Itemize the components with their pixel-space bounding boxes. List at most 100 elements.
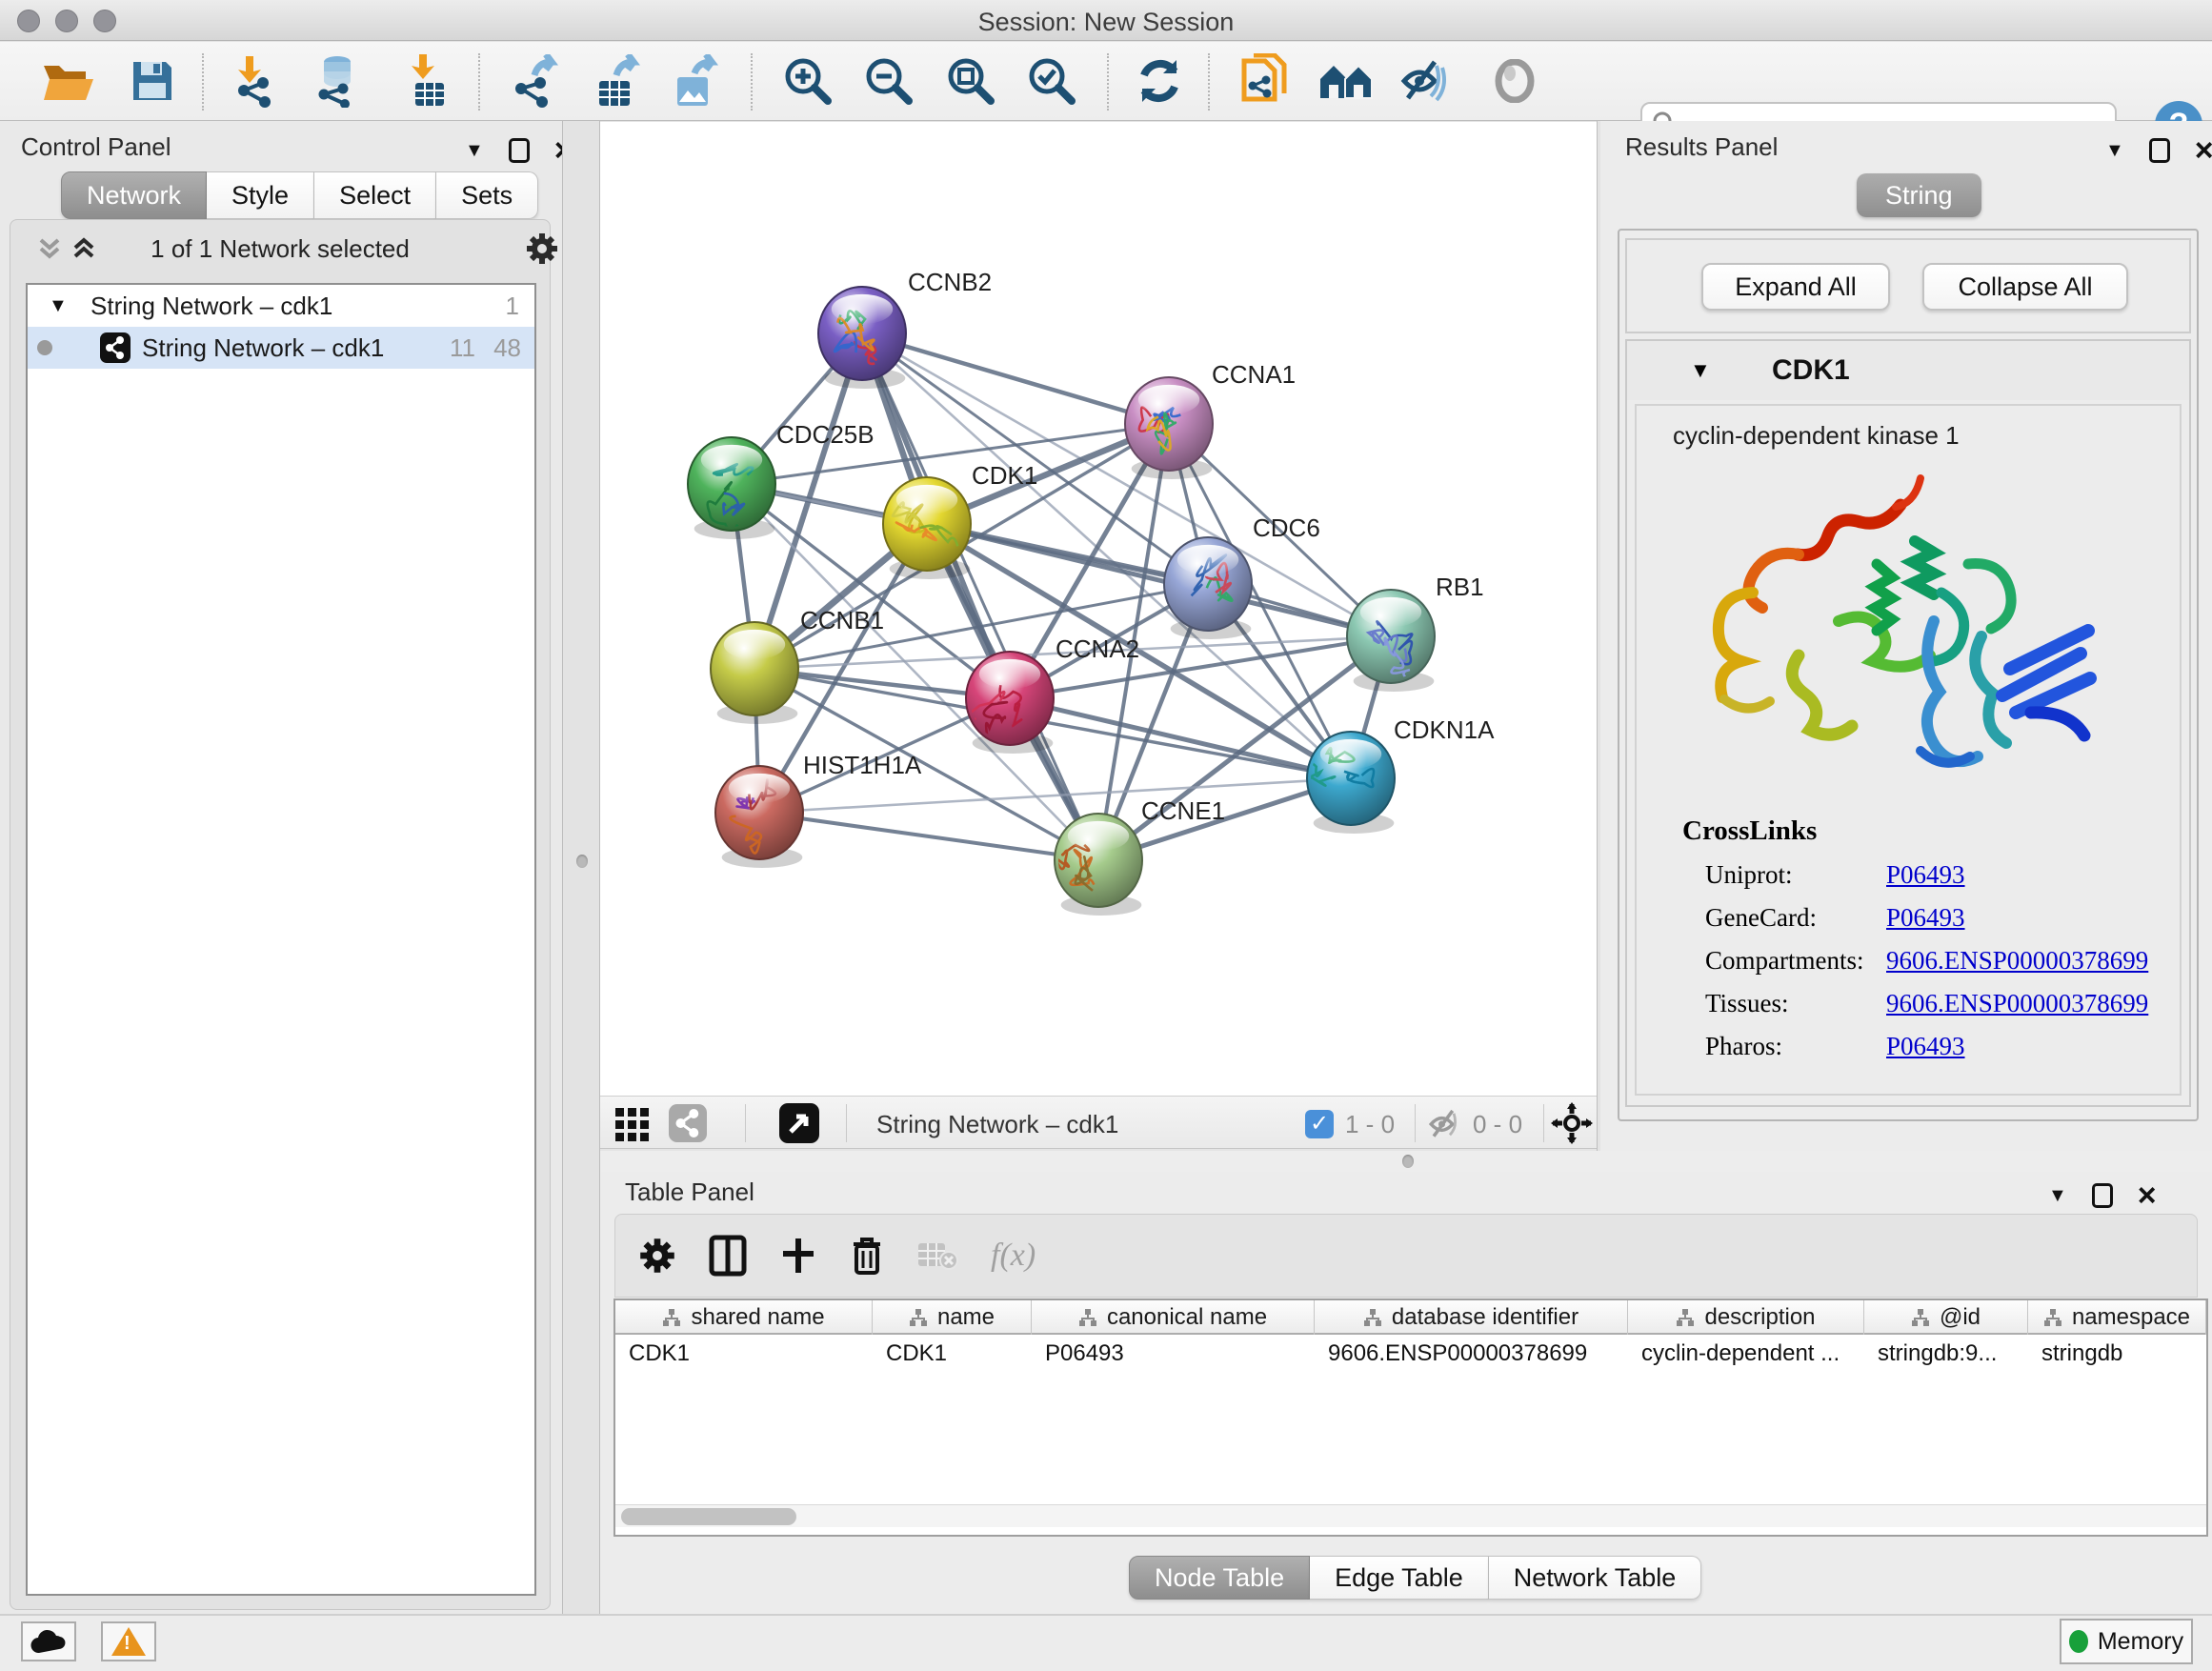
show-columns-icon[interactable]	[709, 1235, 747, 1277]
network-canvas[interactable]: CCNB2CCNA1CDC25BCDK1CDC6RB1CCNB1CCNA2CDK…	[600, 122, 1597, 1096]
tab-network[interactable]: Network	[61, 171, 207, 219]
fit-selection-crosshair-icon[interactable]	[1551, 1102, 1593, 1144]
tab-string[interactable]: String	[1857, 173, 1981, 217]
share-view-icon[interactable]	[669, 1104, 707, 1142]
export-image-button[interactable]	[660, 47, 729, 115]
collection-expand-icon[interactable]: ▼	[49, 295, 68, 317]
splitter-grip[interactable]	[576, 855, 588, 868]
column-header-database-identifier[interactable]: database identifier	[1315, 1300, 1628, 1335]
network-edge-CCNB2-CCNA1[interactable]	[862, 333, 1169, 424]
crosslink-link[interactable]: 9606.ENSP00000378699	[1886, 989, 2148, 1018]
tab-style[interactable]: Style	[207, 171, 314, 219]
gear-icon[interactable]	[525, 232, 559, 266]
protein-card-header[interactable]: ▼ CDK1	[1627, 341, 2189, 400]
column-header-shared-name[interactable]: shared name	[615, 1300, 873, 1335]
collapse-section-icon[interactable]: ▼	[1690, 358, 1711, 383]
save-session-button[interactable]	[118, 47, 187, 115]
table-cell[interactable]: 9606.ENSP00000378699	[1315, 1337, 1628, 1371]
splitter-grip[interactable]	[1402, 1155, 1414, 1168]
panel-menu-icon[interactable]: ▼	[2048, 1185, 2067, 1207]
splitter-horizontal[interactable]	[600, 1151, 2212, 1172]
grid-view-icon[interactable]	[613, 1104, 652, 1142]
export-network-button[interactable]	[500, 47, 569, 115]
open-session-button[interactable]	[34, 47, 103, 115]
splitter-left[interactable]	[562, 121, 600, 1614]
panel-float-icon[interactable]	[509, 138, 530, 163]
column-header-canonical-name[interactable]: canonical name	[1032, 1300, 1315, 1335]
add-column-icon[interactable]	[779, 1237, 817, 1275]
tab-sets[interactable]: Sets	[436, 171, 538, 219]
column-header-label: @id	[1940, 1304, 1981, 1331]
network-node-CDKN1A[interactable]: CDKN1A	[1304, 715, 1495, 834]
refresh-button[interactable]	[1125, 47, 1194, 115]
zoom-fit-button[interactable]	[936, 47, 1005, 115]
network-node-CCNB1[interactable]: CCNB1	[711, 606, 884, 724]
results-buttons-box: Expand All Collapse All	[1625, 238, 2191, 333]
crosslink-link[interactable]: 9606.ENSP00000378699	[1886, 946, 2148, 976]
network-edge-CCNB2-CCNE1[interactable]	[862, 333, 1098, 860]
panel-menu-icon[interactable]: ▼	[2105, 140, 2124, 162]
network-node-CCNB2[interactable]: CCNB2	[818, 268, 992, 389]
selected-checkbox[interactable]: ✓	[1305, 1110, 1334, 1138]
crosslink-row: Uniprot:P06493	[1682, 860, 2148, 890]
delete-column-trash-icon[interactable]	[850, 1235, 884, 1277]
column-header-description[interactable]: description	[1628, 1300, 1864, 1335]
node-label: CCNB1	[800, 606, 884, 634]
show-all-button[interactable]	[1480, 47, 1549, 115]
network-node-CCNA1[interactable]: CCNA1	[1125, 360, 1296, 479]
zoom-in-button[interactable]	[774, 47, 842, 115]
toolbar-separator	[1415, 1104, 1416, 1142]
network-edge-CDK1-RB1[interactable]	[927, 524, 1391, 636]
import-network-file-button[interactable]	[221, 47, 290, 115]
crosslink-link[interactable]: P06493	[1886, 903, 1965, 933]
table-row[interactable]: CDK1CDK1P064939606.ENSP00000378699cyclin…	[615, 1337, 2206, 1371]
protein-description: cyclin-dependent kinase 1	[1673, 421, 1960, 451]
birdseye-popout-icon[interactable]	[779, 1103, 819, 1143]
panel-close-icon[interactable]: ×	[2138, 1186, 2157, 1205]
column-header-name[interactable]: name	[873, 1300, 1032, 1335]
network-node-CDC6[interactable]: CDC6	[1164, 513, 1320, 639]
home-button[interactable]	[1312, 47, 1380, 115]
panel-float-icon[interactable]	[2149, 138, 2170, 163]
column-header-namespace[interactable]: namespace	[2028, 1300, 2206, 1335]
crosslink-link[interactable]: P06493	[1886, 860, 1965, 890]
table-cell[interactable]: cyclin-dependent ...	[1628, 1337, 1864, 1371]
duplicate-network-button[interactable]	[1230, 47, 1298, 115]
memory-button[interactable]: Memory	[2060, 1619, 2193, 1664]
import-network-icon	[231, 54, 280, 108]
network-collection-row[interactable]: ▼ String Network – cdk1 1	[28, 285, 534, 327]
tab-network-table[interactable]: Network Table	[1489, 1556, 1702, 1600]
table-cell[interactable]: stringdb	[2028, 1337, 2206, 1371]
zoom-out-button[interactable]	[855, 47, 923, 115]
table-cell[interactable]: stringdb:9...	[1864, 1337, 2028, 1371]
network-edge-HIST1H1A-CCNE1[interactable]	[759, 813, 1098, 860]
panel-float-icon[interactable]	[2092, 1183, 2113, 1208]
network-row[interactable]: String Network – cdk1 11 48	[28, 327, 534, 369]
scrollbar-thumb[interactable]	[621, 1508, 796, 1525]
panel-close-icon[interactable]: ×	[2195, 141, 2212, 160]
table-cell[interactable]: CDK1	[615, 1337, 873, 1371]
cloud-status-button[interactable]	[21, 1621, 76, 1661]
network-node-RB1[interactable]: RB1	[1347, 573, 1484, 692]
expand-all-button[interactable]: Expand All	[1701, 263, 1890, 311]
warnings-button[interactable]	[101, 1621, 156, 1661]
column-header--id[interactable]: @id	[1864, 1300, 2028, 1335]
collapse-all-button[interactable]: Collapse All	[1922, 263, 2128, 311]
table-cell[interactable]: CDK1	[873, 1337, 1032, 1371]
import-table-file-button[interactable]	[394, 47, 463, 115]
table-horizontal-scrollbar[interactable]	[615, 1504, 2206, 1527]
tab-node-table[interactable]: Node Table	[1129, 1556, 1310, 1600]
network-node-CCNE1[interactable]: CCNE1	[1055, 796, 1225, 916]
network-node-CDK1[interactable]: CDK1	[883, 461, 1037, 579]
zoom-selected-button[interactable]	[1017, 47, 1086, 115]
panel-menu-icon[interactable]: ▼	[465, 140, 484, 162]
tab-edge-table[interactable]: Edge Table	[1310, 1556, 1489, 1600]
table-cell[interactable]: P06493	[1032, 1337, 1315, 1371]
export-table-button[interactable]	[582, 47, 651, 115]
crosslink-link[interactable]: P06493	[1886, 1032, 1965, 1061]
import-network-database-button[interactable]	[303, 47, 372, 115]
table-settings-gear-icon[interactable]	[638, 1237, 676, 1275]
tab-select[interactable]: Select	[314, 171, 436, 219]
hide-selected-button[interactable]	[1390, 47, 1458, 115]
hidden-eye-icon[interactable]	[1427, 1108, 1463, 1140]
